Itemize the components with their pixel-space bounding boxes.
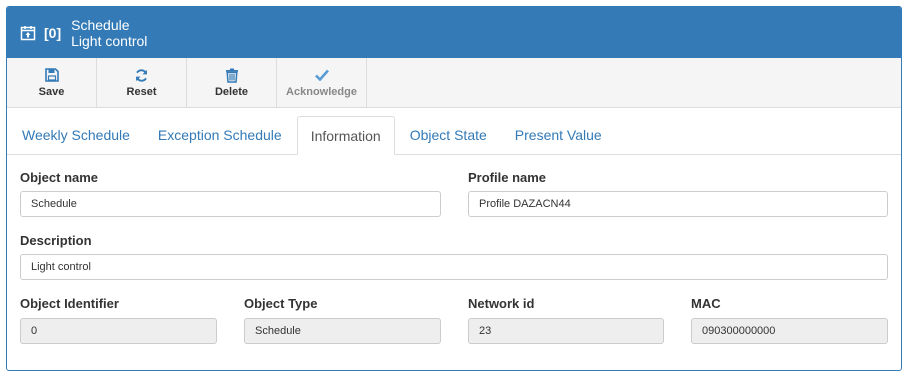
floppy-disk-icon [44,67,59,83]
tab-bar: Weekly Schedule Exception Schedule Infor… [7,108,901,155]
reset-label: Reset [126,86,157,98]
tab-information[interactable]: Information [296,116,395,155]
profile-name-input[interactable]: Profile DAZACN44 [468,191,888,217]
object-name-label: Object name [20,170,99,185]
save-button[interactable]: Save [7,58,97,107]
reset-button[interactable]: Reset [97,58,187,107]
delete-button[interactable]: Delete [187,58,277,107]
save-label: Save [38,86,65,98]
description-input[interactable]: Light control [20,254,888,280]
tab-exception-schedule[interactable]: Exception Schedule [145,116,295,154]
delete-label: Delete [214,86,249,98]
mac-field: 090300000000 [691,318,888,344]
panel-subtitle: Light control [71,32,148,49]
object-identifier-label: Object Identifier [20,296,119,311]
object-index: [0] [44,24,62,41]
trash-icon [225,67,239,83]
tab-object-state[interactable]: Object State [397,116,500,154]
panel-header: [0] Schedule Light control [7,7,901,58]
calendar-upload-icon [20,25,36,41]
network-id-label: Network id [468,296,535,311]
checkmark-icon [314,67,329,83]
acknowledge-label: Acknowledge [286,86,357,98]
tab-weekly-schedule[interactable]: Weekly Schedule [9,116,143,154]
toolbar: Save Reset Delete Acknowledge [7,58,901,108]
schedule-panel: [0] Schedule Light control Save Reset De… [6,6,902,371]
object-type-field: Schedule [244,318,441,344]
profile-name-label: Profile name [468,170,547,185]
network-id-field: 23 [468,318,664,344]
object-type-label: Object Type [244,296,318,311]
mac-label: MAC [691,296,721,311]
panel-title: Schedule [71,16,130,33]
tab-present-value[interactable]: Present Value [502,116,615,154]
acknowledge-button[interactable]: Acknowledge [277,58,367,107]
refresh-icon [134,67,149,83]
object-identifier-field: 0 [20,318,217,344]
description-label: Description [20,233,92,248]
object-name-input[interactable]: Schedule [20,191,441,217]
